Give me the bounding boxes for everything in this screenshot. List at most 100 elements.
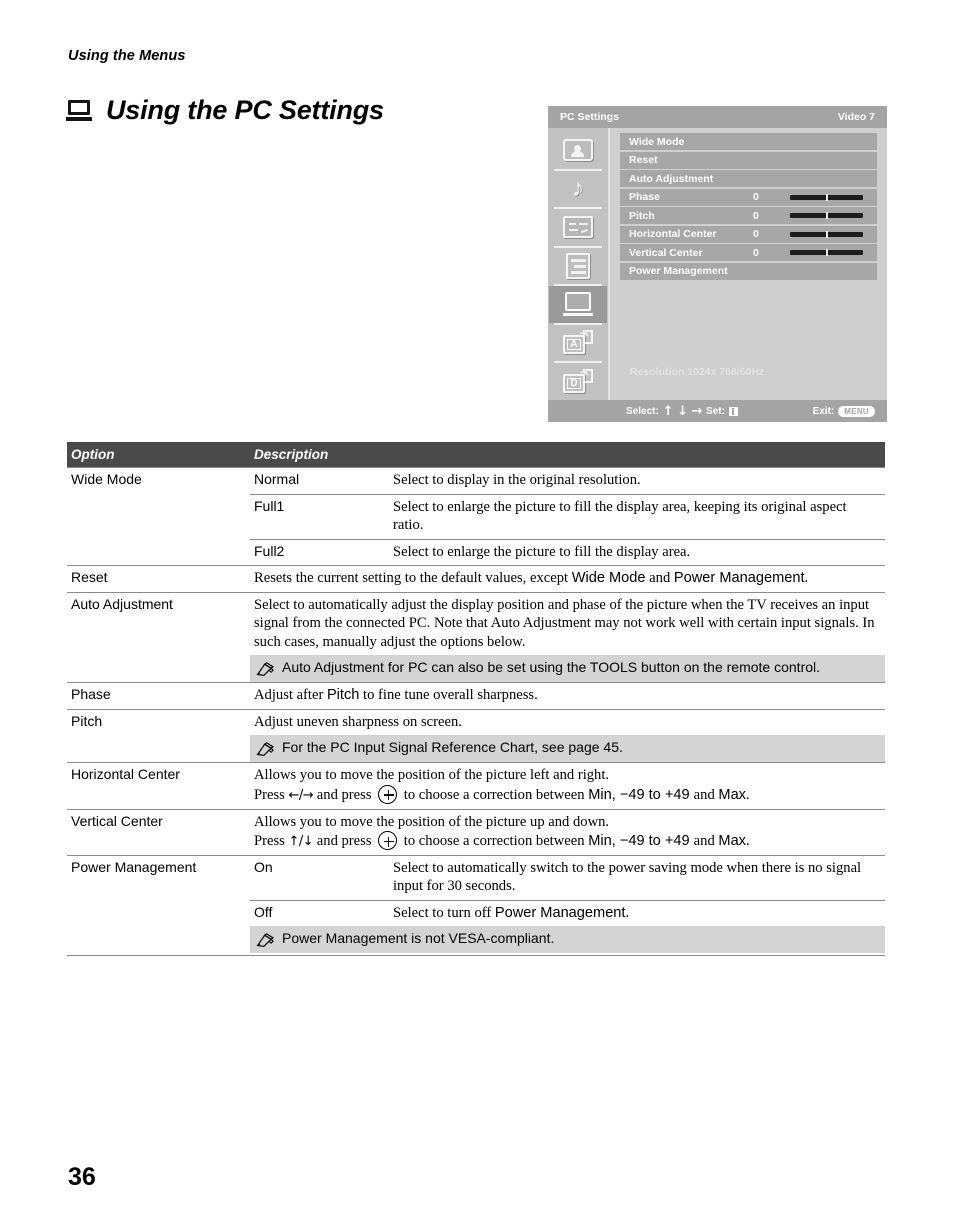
horizontal-center-slider[interactable] [790,226,877,243]
osd-menu-label: Phase [629,191,660,203]
desc-emphasis: Min [588,833,612,850]
description-cell: Allows you to move the position of the p… [250,808,885,856]
note-text: Power Management is not VESA-compliant. [282,930,555,947]
osd-set-label: Set: [706,405,725,417]
osd-menu-item-vertical-center[interactable]: Vertical Center 0 [620,244,877,261]
desc-emphasis: Max [718,786,746,803]
table-row: Vertical Center Allows you to move the p… [67,808,885,856]
description-cell: Select to automatically adjust the displ… [250,591,885,656]
osd-menu-item-horizontal-center[interactable]: Horizontal Center 0 [620,225,877,243]
pencil-note-icon [256,742,275,757]
note-cell: Power Management is not VESA-compliant. [250,926,885,954]
description-cell: Adjust after Pitch to fine tune overall … [250,682,885,710]
note-cell: For the PC Input Signal Reference Chart,… [250,735,885,763]
suboption-cell: Full1 [250,493,389,540]
description-cell: Adjust uneven sharpness on screen. [250,708,885,736]
pc-monitor-icon [563,291,593,318]
rail-item-digital-input[interactable]: D [549,363,607,400]
desc-emphasis: Power Management [673,570,805,587]
osd-menu-value: 0 [753,228,759,240]
pencil-note-icon [256,662,275,677]
osd-menu-label: Vertical Center [629,246,703,259]
osd-menu-item-pitch[interactable]: Pitch 0 [620,207,877,224]
suboption-cell: On [250,854,389,901]
desc-text: to choose a correction between [400,833,589,850]
desc-emphasis: Wide Mode [571,570,646,587]
vertical-center-slider[interactable] [790,244,877,261]
desc-text: Resets the current setting to the defaul… [254,570,572,587]
osd-menu-item-phase[interactable]: Phase 0 [620,188,877,206]
rail-item-setup[interactable] [549,248,607,285]
option-cell: Wide Mode [67,467,250,566]
option-cell: Auto Adjustment [67,591,250,683]
osd-menu-value: 0 [753,246,759,259]
running-head: Using the Menus [68,48,186,64]
osd-menu-item-auto-adjustment[interactable]: Auto Adjustment [620,170,877,187]
description-cell: Select to automatically switch to the po… [389,854,885,901]
desc-text: Adjust after [254,687,327,704]
digital-input-icon: D [563,368,593,395]
note-text: For the PC Input Signal Reference Chart,… [282,739,623,756]
table-row: Phase Adjust after Pitch to fine tune ov… [67,682,885,710]
table-row: Auto Adjustment Select to automatically … [67,591,885,683]
description-cell: Select to enlarge the picture to fill th… [389,538,885,566]
desc-text: and [693,833,719,850]
description-cell: Resets the current setting to the defaul… [250,565,885,593]
desc-emphasis: Min [588,786,612,803]
desc-text: . [804,570,809,587]
desc-text: and press [313,786,376,803]
desc-text: and [693,786,719,803]
column-header-description: Description [250,442,885,468]
osd-menu-label: Wide Mode [629,135,685,148]
osd-input-label: Video 7 [837,111,875,123]
osd-select-label: Select: [626,405,659,417]
rail-item-pc-settings[interactable] [549,286,607,323]
phase-slider[interactable] [790,189,877,206]
pitch-slider[interactable] [790,207,877,224]
option-cell: Phase [67,682,250,710]
description-cell: Select to turn off Power Management. [389,899,885,927]
note-text: Auto Adjustment for PC can also be set u… [282,659,821,676]
desc-range: , −49 to +49 [611,833,694,850]
description-cell: Select to enlarge the picture to fill th… [389,493,885,540]
desc-text: Select to turn off [393,904,495,921]
description-cell: Allows you to move the position of the p… [250,762,885,810]
rail-item-sound[interactable]: ♪ [549,171,607,208]
osd-menu-label: Horizontal Center [629,228,717,240]
osd-menu-list: Wide Mode Reset Auto Adjustment Phase 0 … [610,128,887,400]
osd-body: ♪ A D Wide Mode Reset Auto Adjustment Ph… [548,128,887,400]
table-row: Reset Resets the current setting to the … [67,565,885,593]
osd-menu-item-reset[interactable]: Reset [620,151,877,169]
desc-text: . [745,833,750,850]
desc-text: and press [313,833,376,850]
desc-emphasis: Pitch [326,687,360,704]
rail-item-picture[interactable] [549,132,607,169]
menu-key-icon: MENU [838,405,875,417]
rail-item-analog-input[interactable]: A [549,325,607,362]
osd-menu-value: 0 [753,191,759,203]
osd-menu-item-wide-mode[interactable]: Wide Mode [620,133,877,150]
option-cell: Horizontal Center [67,762,250,810]
description-cell: Select to display in the original resolu… [389,467,885,495]
page-title: Using the PC Settings [106,95,384,125]
sound-icon: ♪ [571,174,585,203]
pencil-note-icon [256,933,275,948]
osd-resolution-text: Resolution 1024x 768/60Hz [630,366,765,378]
option-cell: Reset [67,565,250,593]
desc-line: Allows you to move the position of the p… [254,813,610,830]
osd-screenshot: PC Settings Video 7 ♪ A D Wide Mode Rese… [548,106,887,422]
left-right-arrows-icon: ←/→ [288,787,314,803]
table-bottom-rule [67,955,885,956]
analog-input-icon: A [563,330,593,356]
picture-icon [563,139,593,162]
select-button-icon [378,831,398,851]
page-title-block: Using the PC Settings [66,95,384,126]
desc-line: Allows you to move the position of the p… [254,767,610,784]
desc-text: to fine tune overall sharpness. [359,687,538,704]
table-row: Pitch Adjust uneven sharpness on screen. [67,708,885,763]
rail-item-screen[interactable] [549,209,607,246]
table-header-row: Option Description [67,442,885,468]
osd-menu-item-power-management[interactable]: Power Management [620,262,877,280]
table-row: Power Management On Select to automatica… [67,854,885,954]
table-row: Wide Mode Normal Select to display in th… [67,467,885,566]
